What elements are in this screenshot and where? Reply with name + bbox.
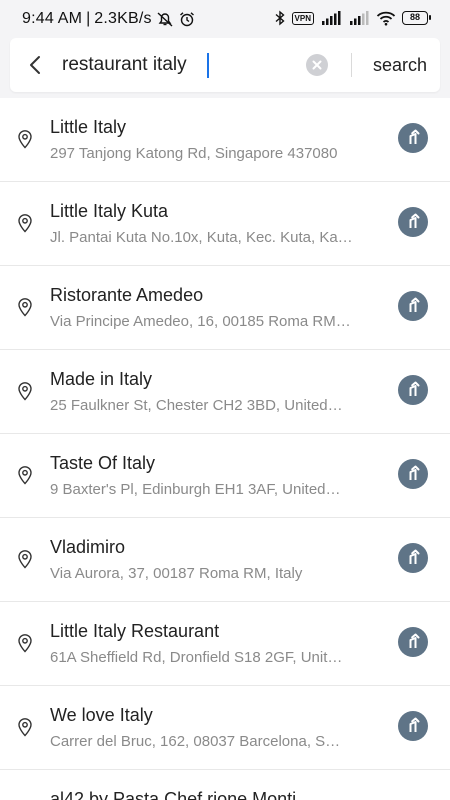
result-row[interactable]: al42 by Pasta Chef rione Monti [0, 770, 450, 800]
clear-input-button[interactable] [306, 54, 328, 76]
status-bar: 9:44 AM | 2.3KB/s VPN 88 [0, 0, 450, 38]
status-left: 9:44 AM | 2.3KB/s [22, 10, 196, 28]
result-title: Vladimiro [50, 537, 126, 557]
location-pin-icon [16, 465, 34, 485]
vpn-badge: VPN [291, 11, 314, 25]
result-row[interactable]: We love Italy Carrer del Bruc, 162, 08037… [0, 686, 450, 770]
result-title: Taste Of Italy [50, 453, 156, 473]
result-address: Via Principe Amedeo, 16, 00185 Roma RM… [50, 313, 351, 330]
result-row[interactable]: Vladimiro Via Aurora, 37, 00187 Roma RM, … [0, 518, 450, 602]
navigate-button[interactable] [398, 459, 428, 489]
result-row[interactable]: Ristorante Amedeo Via Principe Amedeo, 16… [0, 266, 450, 350]
result-address: 25 Faulkner St, Chester CH2 3BD, United… [50, 397, 343, 414]
result-address: 297 Tanjong Katong Rd, Singapore 437080 [50, 145, 338, 162]
result-address: Carrer del Bruc, 162, 08037 Barcelona, S… [50, 733, 341, 750]
result-address: Jl. Pantai Kuta No.10x, Kuta, Kec. Kuta,… [50, 229, 353, 246]
navigate-button[interactable] [398, 375, 428, 405]
search-divider [351, 53, 352, 77]
search-button[interactable]: search [362, 52, 438, 78]
result-row[interactable]: Little Italy Restaurant 61A Sheffield Rd,… [0, 602, 450, 686]
signal-icon [322, 11, 341, 25]
bluetooth-icon [275, 10, 285, 26]
location-pin-icon [16, 633, 34, 653]
back-arrow-icon[interactable] [24, 53, 48, 77]
result-row[interactable]: Made in Italy 25 Faulkner St, Chester CH2… [0, 350, 450, 434]
location-pin-icon [16, 549, 34, 569]
alarm-icon [179, 12, 194, 27]
location-pin-icon [16, 297, 34, 317]
status-time: 9:44 AM [22, 10, 83, 27]
result-title: We love Italy [50, 705, 153, 725]
navigate-button[interactable] [398, 207, 428, 237]
location-pin-icon [16, 381, 34, 401]
battery-icon: 88 [402, 11, 431, 25]
navigate-button[interactable] [398, 711, 428, 741]
result-address: 9 Baxter's Pl, Edinburgh EH1 3AF, United… [50, 481, 341, 498]
search-area: search [0, 38, 450, 98]
result-title: Little Italy [50, 117, 127, 137]
location-pin-icon [16, 129, 34, 149]
results-list: Little Italy 297 Tanjong Katong Rd, Singa… [0, 98, 450, 800]
navigate-button[interactable] [398, 291, 428, 321]
text-cursor [207, 53, 209, 78]
search-bar: search [10, 38, 440, 92]
status-speed: 2.3KB/s [94, 10, 152, 27]
result-title: al42 by Pasta Chef rione Monti [50, 789, 297, 800]
result-title: Little Italy Restaurant [50, 621, 220, 641]
result-title: Made in Italy [50, 369, 153, 389]
navigate-button[interactable] [398, 543, 428, 573]
result-row[interactable]: Little Italy 297 Tanjong Katong Rd, Singa… [0, 98, 450, 182]
result-address: 61A Sheffield Rd, Dronfield S18 2GF, Uni… [50, 649, 343, 666]
navigate-button[interactable] [398, 627, 428, 657]
result-title: Little Italy Kuta [50, 201, 169, 221]
result-row[interactable]: Little Italy Kuta Jl. Pantai Kuta No.10x,… [0, 182, 450, 266]
close-icon [312, 60, 322, 70]
location-pin-icon [16, 213, 34, 233]
search-input[interactable] [62, 50, 302, 80]
result-address: Via Aurora, 37, 00187 Roma RM, Italy [50, 565, 303, 582]
status-right: VPN 88 [274, 10, 431, 26]
signal-icon-2 [350, 11, 369, 25]
result-row[interactable]: Taste Of Italy 9 Baxter's Pl, Edinburgh E… [0, 434, 450, 518]
wifi-icon [376, 11, 396, 26]
result-title: Ristorante Amedeo [50, 285, 204, 305]
navigate-button[interactable] [398, 123, 428, 153]
status-separator: | [86, 10, 91, 27]
mute-icon [157, 12, 173, 27]
location-pin-icon [16, 717, 34, 737]
